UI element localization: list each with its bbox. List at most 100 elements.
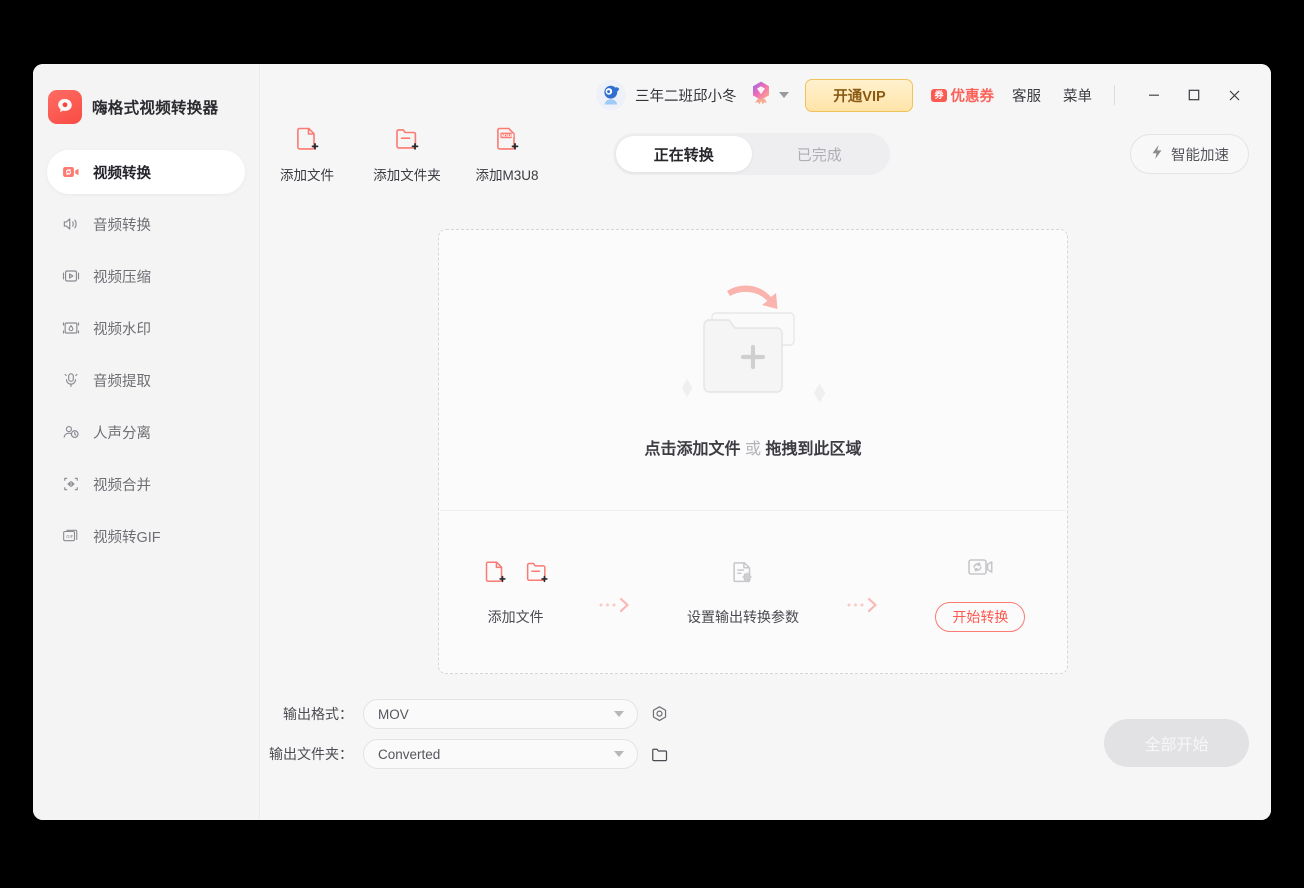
file-dropzone[interactable]: 点击添加文件 或 拖拽到此区域 bbox=[438, 229, 1068, 674]
add-file-label: 添加文件 bbox=[280, 164, 334, 184]
m3u8-file-icon: M3U8 bbox=[492, 124, 522, 159]
tab-completed[interactable]: 已完成 bbox=[752, 136, 888, 172]
video-convert-icon bbox=[61, 162, 81, 182]
brand-title: 嗨格式视频转换器 bbox=[92, 96, 218, 118]
dropzone-click-area[interactable]: 点击添加文件 或 拖拽到此区域 bbox=[439, 230, 1067, 510]
sidebar-item-video-merge[interactable]: 视频合并 bbox=[47, 462, 245, 506]
audio-convert-icon bbox=[61, 214, 81, 234]
bottom-bar: 输出格式： MOV 输出文件夹： Converted bbox=[260, 675, 1271, 820]
smart-accelerate-button[interactable]: 智能加速 bbox=[1130, 134, 1249, 174]
convert-camera-icon bbox=[965, 552, 995, 587]
sidebar-nav: 视频转换 音频转换 bbox=[33, 150, 259, 558]
coupon-tag: 券 bbox=[931, 89, 946, 102]
output-folder-select[interactable]: Converted bbox=[363, 739, 638, 769]
dropzone-hint-sep: 或 bbox=[745, 441, 761, 458]
main-panel: 三年二班邱小冬 bbox=[260, 64, 1271, 820]
video-watermark-icon bbox=[61, 318, 81, 338]
sidebar-item-label: 视频合并 bbox=[93, 474, 151, 495]
add-m3u8-label: 添加M3U8 bbox=[475, 164, 538, 184]
output-format-label: 输出格式： bbox=[261, 704, 353, 724]
add-folder-label: 添加文件夹 bbox=[373, 164, 441, 184]
output-format-select[interactable]: MOV bbox=[363, 699, 638, 729]
sidebar-item-label: 人声分离 bbox=[93, 422, 151, 443]
user-avatar bbox=[596, 80, 626, 110]
close-icon[interactable] bbox=[1219, 80, 1249, 110]
output-format-row: 输出格式： MOV bbox=[261, 699, 670, 729]
sidebar-item-audio-extract[interactable]: 音频提取 bbox=[47, 358, 245, 402]
coupon-button[interactable]: 券 优惠券 bbox=[931, 85, 994, 106]
lightning-icon bbox=[1150, 144, 1164, 164]
svg-text:M3U8: M3U8 bbox=[501, 133, 514, 138]
maximize-icon[interactable] bbox=[1179, 80, 1209, 110]
vip-badge-dropdown[interactable] bbox=[748, 80, 789, 111]
workflow-steps: 添加文件 bbox=[439, 511, 1067, 673]
vip-diamond-icon bbox=[748, 80, 774, 111]
folder-open-icon[interactable] bbox=[648, 743, 670, 765]
menu-link[interactable]: 菜单 bbox=[1063, 85, 1092, 106]
step-label: 添加文件 bbox=[488, 607, 544, 627]
sidebar-item-label: 音频转换 bbox=[93, 214, 151, 235]
file-plus-icon bbox=[481, 557, 509, 592]
username: 三年二班邱小冬 bbox=[635, 85, 737, 106]
add-m3u8-button[interactable]: M3U8 添加M3U8 bbox=[461, 124, 553, 184]
folder-plus-icon bbox=[392, 124, 422, 159]
brand: 嗨格式视频转换器 bbox=[33, 64, 259, 124]
sidebar-item-voice-separate[interactable]: 人声分离 bbox=[47, 410, 245, 454]
sidebar-item-label: 视频压缩 bbox=[93, 266, 151, 287]
sidebar-item-label: 视频水印 bbox=[93, 318, 151, 339]
start-convert-button[interactable]: 开始转换 bbox=[935, 602, 1025, 632]
add-folder-button[interactable]: 添加文件夹 bbox=[361, 124, 453, 184]
dropzone-hint-main: 点击添加文件 bbox=[645, 441, 741, 458]
audio-extract-icon bbox=[61, 370, 81, 390]
titlebar: 三年二班邱小冬 bbox=[260, 64, 1271, 126]
sidebar-item-video-watermark[interactable]: 视频水印 bbox=[47, 306, 245, 350]
start-all-button[interactable]: 全部开始 bbox=[1104, 719, 1249, 767]
step-convert-icons bbox=[965, 552, 995, 586]
sidebar-item-label: 视频转换 bbox=[93, 162, 151, 183]
sidebar-item-video-to-gif[interactable]: GIF 视频转GIF bbox=[47, 514, 245, 558]
sidebar-item-audio-convert[interactable]: 音频转换 bbox=[47, 202, 245, 246]
file-plus-icon bbox=[292, 124, 322, 159]
chevron-down-icon bbox=[614, 711, 624, 717]
status-tabs: 正在转换 已完成 bbox=[613, 133, 890, 175]
coupon-label: 优惠券 bbox=[951, 85, 995, 106]
output-folder-value: Converted bbox=[378, 747, 440, 762]
sidebar-item-label: 音频提取 bbox=[93, 370, 151, 391]
settings-output-icon bbox=[729, 557, 757, 592]
support-link[interactable]: 客服 bbox=[1012, 85, 1041, 106]
app-logo-icon bbox=[48, 90, 82, 124]
dropzone-hint: 点击添加文件 或 拖拽到此区域 bbox=[645, 435, 862, 459]
dropzone-hint-drag: 拖拽到此区域 bbox=[765, 441, 861, 458]
titlebar-divider bbox=[1114, 85, 1115, 105]
step-arrow-1-icon bbox=[598, 597, 640, 613]
folder-plus-small-icon bbox=[523, 557, 551, 592]
add-file-button[interactable]: 添加文件 bbox=[261, 124, 353, 184]
step-set-output-params[interactable]: 设置输出转换参数 bbox=[687, 557, 799, 627]
chevron-down-icon bbox=[779, 92, 789, 98]
open-vip-button[interactable]: 开通VIP bbox=[805, 79, 913, 112]
tab-converting[interactable]: 正在转换 bbox=[616, 136, 752, 172]
account-area[interactable]: 三年二班邱小冬 bbox=[596, 80, 737, 110]
step-add-file[interactable]: 添加文件 bbox=[481, 557, 551, 627]
output-format-value: MOV bbox=[378, 707, 409, 722]
sidebar: 嗨格式视频转换器 视频转换 bbox=[33, 64, 260, 820]
step-arrow-2-icon bbox=[846, 597, 888, 613]
svg-text:GIF: GIF bbox=[66, 534, 74, 539]
step-label: 设置输出转换参数 bbox=[687, 607, 799, 627]
output-folder-row: 输出文件夹： Converted bbox=[261, 739, 670, 769]
gear-hex-icon[interactable] bbox=[648, 703, 670, 725]
step-output-icons bbox=[729, 557, 757, 591]
sidebar-item-video-convert[interactable]: 视频转换 bbox=[47, 150, 245, 194]
minimize-icon[interactable] bbox=[1139, 80, 1169, 110]
output-folder-label: 输出文件夹： bbox=[261, 744, 353, 764]
voice-separate-icon bbox=[61, 422, 81, 442]
sidebar-item-label: 视频转GIF bbox=[93, 526, 161, 547]
video-to-gif-icon: GIF bbox=[61, 526, 81, 546]
smart-accelerate-label: 智能加速 bbox=[1171, 144, 1229, 165]
folder-plus-illustration-icon bbox=[664, 281, 842, 421]
sidebar-item-video-compress[interactable]: 视频压缩 bbox=[47, 254, 245, 298]
step-start-convert[interactable]: 开始转换 bbox=[935, 552, 1025, 632]
video-merge-icon bbox=[61, 474, 81, 494]
toolbar: 添加文件 添加文件夹 M3U8 bbox=[260, 124, 1271, 186]
step-add-file-icons bbox=[481, 557, 551, 591]
